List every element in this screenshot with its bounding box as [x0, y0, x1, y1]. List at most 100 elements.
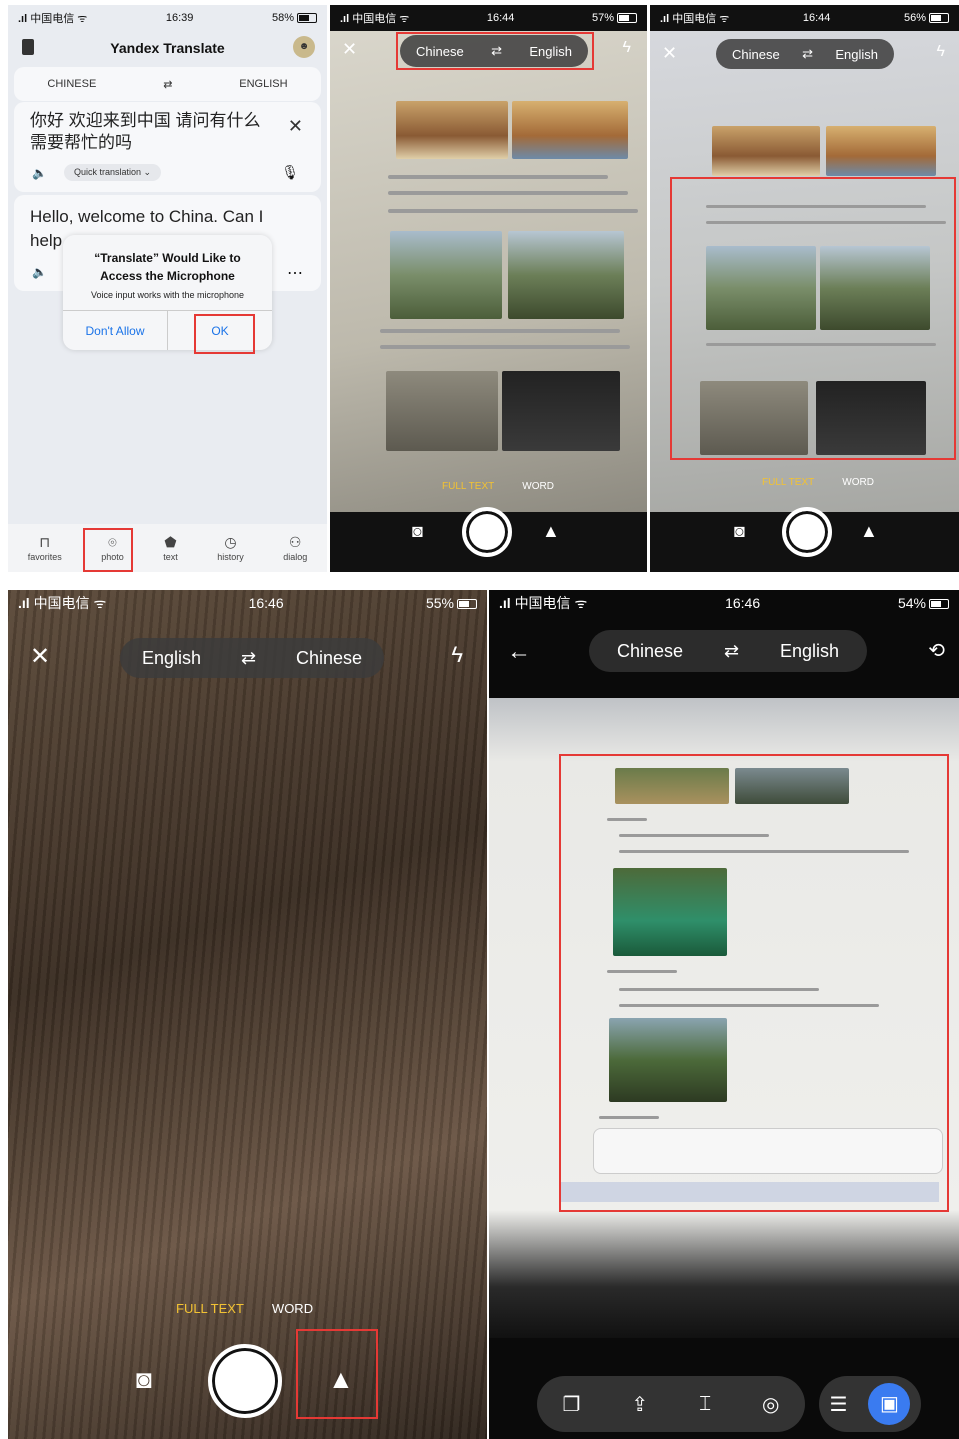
close-icon[interactable]: ✕: [30, 642, 50, 671]
swap-icon[interactable]: ⇄: [241, 648, 256, 669]
camera-screen-2: FULL TEXT WORD .ıl 中国电信 ᯤ 16:44 56% ✕ Ch…: [650, 5, 959, 572]
rotate-icon[interactable]: ⟲: [928, 638, 945, 663]
camera-icon[interactable]: ◙: [412, 521, 423, 542]
full-text-mode[interactable]: FULL TEXT: [442, 481, 494, 492]
text-select-icon[interactable]: ⌶: [699, 1393, 711, 1416]
source-language-button[interactable]: Chinese: [416, 44, 464, 59]
close-icon[interactable]: ✕: [342, 39, 357, 60]
avatar[interactable]: ☻: [293, 36, 315, 58]
target-language-button[interactable]: Chinese: [296, 648, 362, 669]
word-mode[interactable]: WORD: [842, 477, 874, 488]
target-language-button[interactable]: English: [780, 641, 839, 662]
battery-percent: 55%: [425, 595, 454, 611]
action-bar: ❐ ⇪ ⌶ ◎: [537, 1376, 805, 1432]
close-icon[interactable]: ✕: [288, 116, 303, 137]
gallery-icon[interactable]: ▲: [860, 521, 878, 542]
photo-thumbnail: [615, 768, 729, 804]
flash-icon[interactable]: ϟ: [623, 39, 631, 57]
bookmark-icon: ⊓: [39, 534, 51, 550]
view-toggle: ☰ ▣: [819, 1376, 921, 1432]
photo-forbidden-city: [396, 101, 508, 159]
ok-button[interactable]: OK: [168, 311, 272, 350]
mode-switch: FULL TEXT WORD: [442, 481, 554, 492]
photo-great-wall-2: [820, 246, 930, 330]
shutter-button[interactable]: [462, 507, 512, 557]
word-mode[interactable]: WORD: [522, 481, 554, 492]
battery-percent: 57%: [591, 12, 614, 24]
bookmark-icon[interactable]: [22, 39, 34, 55]
language-pill: Chinese ⇄ English: [589, 630, 867, 672]
quick-translation-dropdown[interactable]: Quick translation ⌄: [64, 164, 162, 181]
camera-screen-3: .ıl 中国电信 ᯤ 16:46 55% ✕ English ⇄ Chinese…: [8, 590, 487, 1439]
full-text-mode[interactable]: FULL TEXT: [176, 1301, 244, 1316]
history-icon: ◷: [224, 534, 237, 550]
doc-line: [388, 191, 628, 195]
shutter-button[interactable]: [782, 507, 832, 557]
gallery-icon[interactable]: ▲: [542, 521, 560, 542]
speaker-icon[interactable]: 🔈: [32, 265, 47, 279]
doc-line: [607, 970, 677, 973]
photo-forbidden-city-2: [512, 101, 628, 159]
flash-icon[interactable]: ϟ: [451, 642, 463, 668]
swap-icon[interactable]: ⇄: [802, 46, 813, 62]
photo-great-wall: [390, 231, 502, 319]
image-view-icon[interactable]: ▣: [868, 1383, 911, 1425]
battery-percent: 54%: [897, 595, 926, 611]
mode-switch: FULL TEXT WORD: [762, 477, 874, 488]
shutter-button[interactable]: [208, 1344, 282, 1418]
flash-icon[interactable]: ϟ: [937, 43, 945, 61]
camera-icon: ⌾: [108, 534, 117, 550]
microphone-icon[interactable]: 🎙: [281, 164, 299, 181]
doc-line: [706, 221, 946, 224]
close-icon[interactable]: ✕: [662, 43, 677, 64]
full-text-mode[interactable]: FULL TEXT: [762, 477, 814, 488]
target-language-button[interactable]: ENGLISH: [239, 78, 287, 90]
source-language-button[interactable]: CHINESE: [47, 78, 96, 90]
photo-forbidden-city-2: [826, 126, 936, 176]
target-language-button[interactable]: English: [529, 44, 572, 59]
back-arrow-icon[interactable]: ←: [507, 638, 531, 666]
camera-icon[interactable]: ◙: [734, 521, 745, 542]
status-bar: .ıl 中国电信 ᯤ 16:44 57%: [330, 5, 647, 31]
dont-allow-button[interactable]: Don't Allow: [63, 311, 168, 350]
camera-screen-1: FULL TEXT WORD .ıl 中国电信 ᯤ 16:44 57% ✕ Ch…: [330, 5, 647, 572]
share-icon[interactable]: ⇪: [631, 1392, 648, 1417]
dialog-title: “Translate” Would Like to Access the Mic…: [94, 251, 241, 283]
camera-icon[interactable]: ◙: [136, 1364, 152, 1395]
photo-thumbnail: [735, 768, 849, 804]
doc-line: [380, 329, 620, 333]
speaker-icon[interactable]: 🔈: [32, 166, 47, 180]
source-text[interactable]: 你好 欢迎来到中国 请问有什么需要帮忙的吗: [30, 110, 270, 154]
scan-text-icon[interactable]: ☰: [830, 1392, 848, 1417]
word-mode[interactable]: WORD: [272, 1301, 313, 1316]
tab-favorites[interactable]: ⊓ favorites: [28, 534, 62, 562]
swap-icon[interactable]: ⇄: [491, 43, 502, 59]
gallery-icon[interactable]: ▲: [328, 1364, 354, 1395]
photo-terracotta-2: [816, 381, 926, 455]
photo-terracotta-2: [502, 371, 620, 451]
target-language-button[interactable]: English: [835, 47, 878, 62]
swap-icon[interactable]: ⇄: [724, 641, 739, 662]
source-language-button[interactable]: Chinese: [617, 641, 683, 662]
swap-icon[interactable]: ⇄: [163, 78, 172, 91]
battery-percent: 56%: [903, 12, 926, 24]
doc-line: [388, 209, 638, 213]
tab-dialog[interactable]: ⚇ dialog: [283, 534, 307, 562]
source-language-button[interactable]: Chinese: [732, 47, 780, 62]
camera-preview: FULL TEXT WORD: [330, 31, 647, 512]
photo-jiuzhaigou: [613, 868, 727, 956]
doc-line: [380, 345, 630, 349]
photo-terracotta: [700, 381, 808, 455]
source-language-button[interactable]: English: [142, 648, 201, 669]
tab-label: photo: [101, 552, 124, 562]
status-bar: .ıl 中国电信 ᯤ 16:46 54%: [489, 590, 959, 616]
doc-line: [599, 1116, 659, 1119]
tab-photo[interactable]: ⌾ photo: [101, 534, 124, 562]
copy-icon[interactable]: ❐: [562, 1392, 580, 1417]
tab-history[interactable]: ◷ history: [217, 534, 244, 562]
visual-search-icon[interactable]: ◎: [762, 1392, 779, 1417]
more-icon[interactable]: ⋯: [287, 263, 303, 283]
captured-photo: [489, 698, 959, 1338]
app-title: Yandex Translate: [110, 40, 225, 56]
tab-text[interactable]: ⬟ text: [163, 534, 178, 562]
